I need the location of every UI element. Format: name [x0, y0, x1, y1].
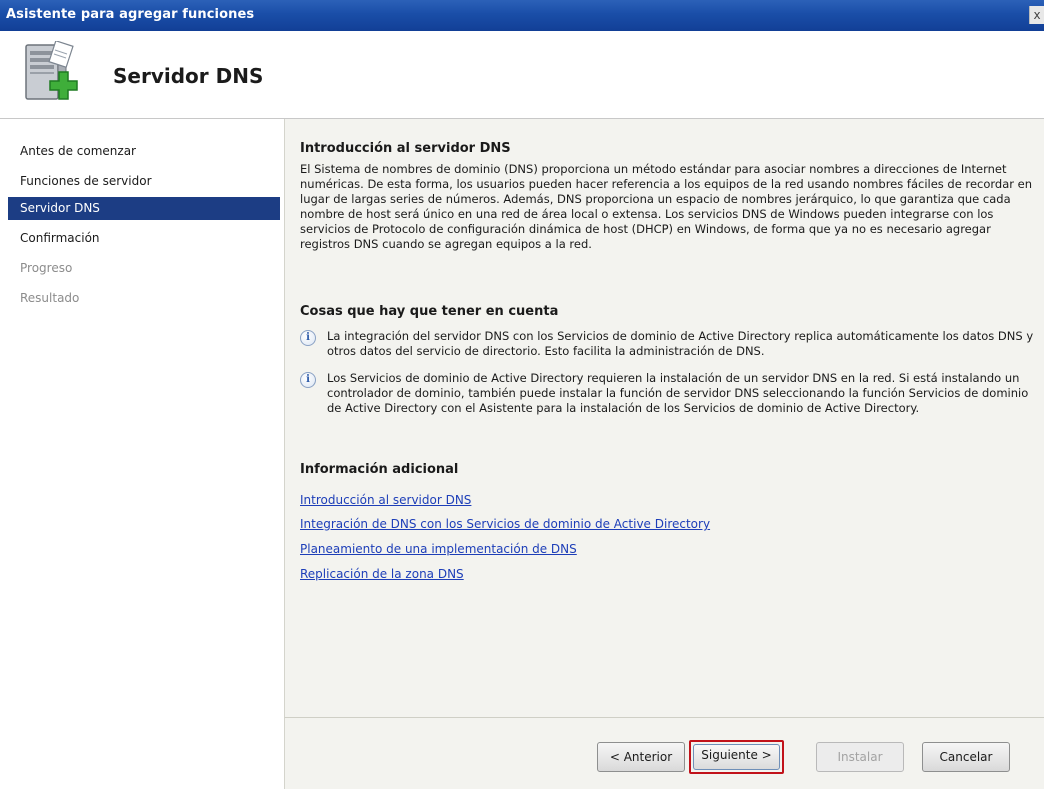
link-zone-replication[interactable]: Replicación de la zona DNS	[300, 567, 464, 581]
close-button[interactable]: x	[1029, 6, 1044, 24]
wizard-steps-sidebar: Antes de comenzar Funciones de servidor …	[0, 119, 283, 788]
page-heading: Servidor DNS	[113, 64, 264, 88]
back-button[interactable]: < Anterior	[597, 742, 685, 772]
notes-heading: Cosas que hay que tener en cuenta	[300, 304, 559, 319]
step-resultado: Resultado	[20, 291, 80, 305]
note-text: La integración del servidor DNS con los …	[327, 329, 1034, 358]
install-button: Instalar	[816, 742, 904, 772]
note-text: Los Servicios de dominio de Active Direc…	[327, 371, 1029, 415]
wizard-header: Servidor DNS	[0, 31, 1044, 119]
step-servidor-dns[interactable]: Servidor DNS	[8, 197, 280, 220]
info-icon: i	[300, 372, 316, 388]
link-intro-dns[interactable]: Introducción al servidor DNS	[300, 493, 471, 507]
step-funciones-de-servidor[interactable]: Funciones de servidor	[8, 170, 280, 193]
link-dns-ad-integration[interactable]: Integración de DNS con los Servicios de …	[300, 517, 710, 531]
step-confirmacion[interactable]: Confirmación	[8, 227, 280, 250]
next-button-highlight[interactable]: Siguiente >	[689, 740, 784, 774]
intro-paragraph: El Sistema de nombres de dominio (DNS) p…	[300, 162, 1032, 251]
more-info-heading: Información adicional	[300, 462, 459, 477]
intro-heading: Introducción al servidor DNS	[300, 141, 511, 156]
server-add-icon	[22, 40, 84, 107]
step-antes-de-comenzar[interactable]: Antes de comenzar	[8, 140, 280, 163]
step-progreso: Progreso	[20, 261, 73, 275]
title-bar[interactable]: Asistente para agregar funciones x	[0, 0, 1044, 31]
add-roles-wizard-window: Asistente para agregar funciones x Servi…	[0, 0, 1044, 789]
info-icon: i	[300, 330, 316, 346]
next-button[interactable]: Siguiente >	[693, 744, 780, 770]
link-dns-planning[interactable]: Planeamiento de una implementación de DN…	[300, 542, 577, 556]
cancel-button[interactable]: Cancelar	[922, 742, 1010, 772]
window-title: Asistente para agregar funciones	[6, 7, 255, 22]
button-bar: < Anterior Siguiente > Instalar Cancelar	[284, 717, 1044, 789]
content-panel: Introducción al servidor DNS El Sistema …	[284, 119, 1044, 717]
